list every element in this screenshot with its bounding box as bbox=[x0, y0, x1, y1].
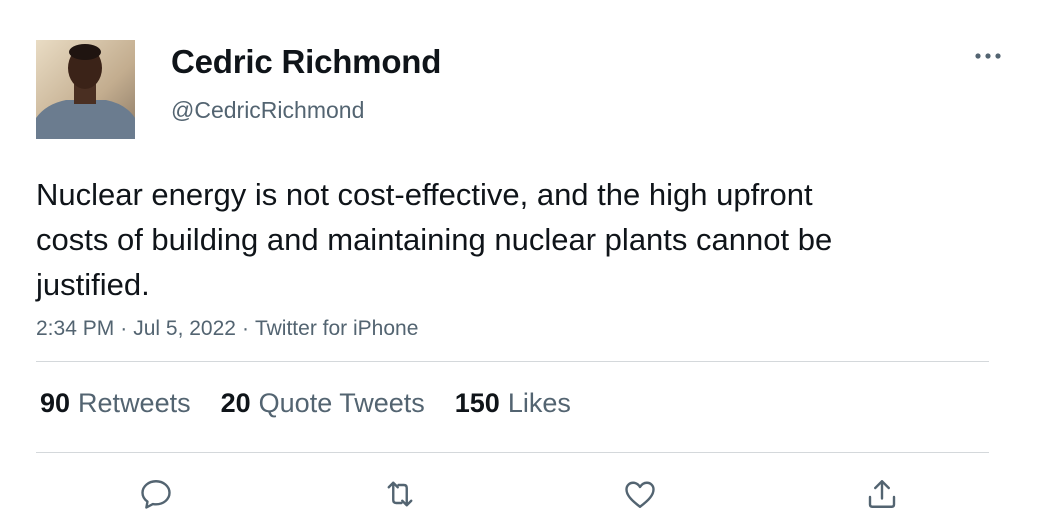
tweet-text: Nuclear energy is not cost-effective, an… bbox=[36, 177, 833, 302]
meta-separator: · bbox=[241, 317, 249, 340]
retweet-icon bbox=[387, 481, 413, 507]
reply-button[interactable] bbox=[136, 474, 176, 514]
engagement-stats: 90 Retweets 20 Quote Tweets 150 Likes bbox=[40, 388, 571, 419]
share-icon bbox=[868, 480, 896, 508]
like-button[interactable] bbox=[620, 474, 660, 514]
meta-separator: · bbox=[120, 317, 128, 340]
author-display-name[interactable]: Cedric Richmond bbox=[171, 43, 441, 81]
tweet-meta: 2:34 PM · Jul 5, 2022 · Twitter for iPhone bbox=[36, 317, 418, 341]
likes-label: Likes bbox=[507, 388, 571, 418]
heart-icon bbox=[625, 481, 655, 508]
avatar-photo bbox=[36, 40, 135, 139]
avatar[interactable] bbox=[36, 40, 135, 139]
quotes-label: Quote Tweets bbox=[258, 388, 425, 418]
tweet-card: Cedric Richmond @CedricRichmond Nuclear … bbox=[0, 0, 1050, 525]
likes-stat[interactable]: 150 Likes bbox=[455, 388, 571, 419]
share-button[interactable] bbox=[862, 474, 902, 514]
divider bbox=[36, 361, 989, 362]
author-handle[interactable]: @CedricRichmond bbox=[171, 97, 364, 124]
tweet-date[interactable]: Jul 5, 2022 bbox=[133, 317, 236, 340]
more-dots-icon bbox=[975, 53, 1001, 59]
quotes-count: 20 bbox=[220, 388, 251, 418]
divider bbox=[36, 452, 989, 453]
retweets-stat[interactable]: 90 Retweets bbox=[40, 388, 191, 419]
likes-count: 150 bbox=[454, 388, 500, 418]
action-bar bbox=[0, 474, 1050, 514]
reply-icon bbox=[141, 480, 171, 509]
quote-tweets-stat[interactable]: 20 Quote Tweets bbox=[221, 388, 425, 419]
tweet-time[interactable]: 2:34 PM bbox=[36, 317, 114, 340]
retweets-label: Retweets bbox=[78, 388, 191, 418]
retweet-button[interactable] bbox=[380, 474, 420, 514]
retweets-count: 90 bbox=[40, 388, 71, 418]
more-options-button[interactable] bbox=[970, 44, 1006, 68]
tweet-source[interactable]: Twitter for iPhone bbox=[255, 317, 418, 340]
